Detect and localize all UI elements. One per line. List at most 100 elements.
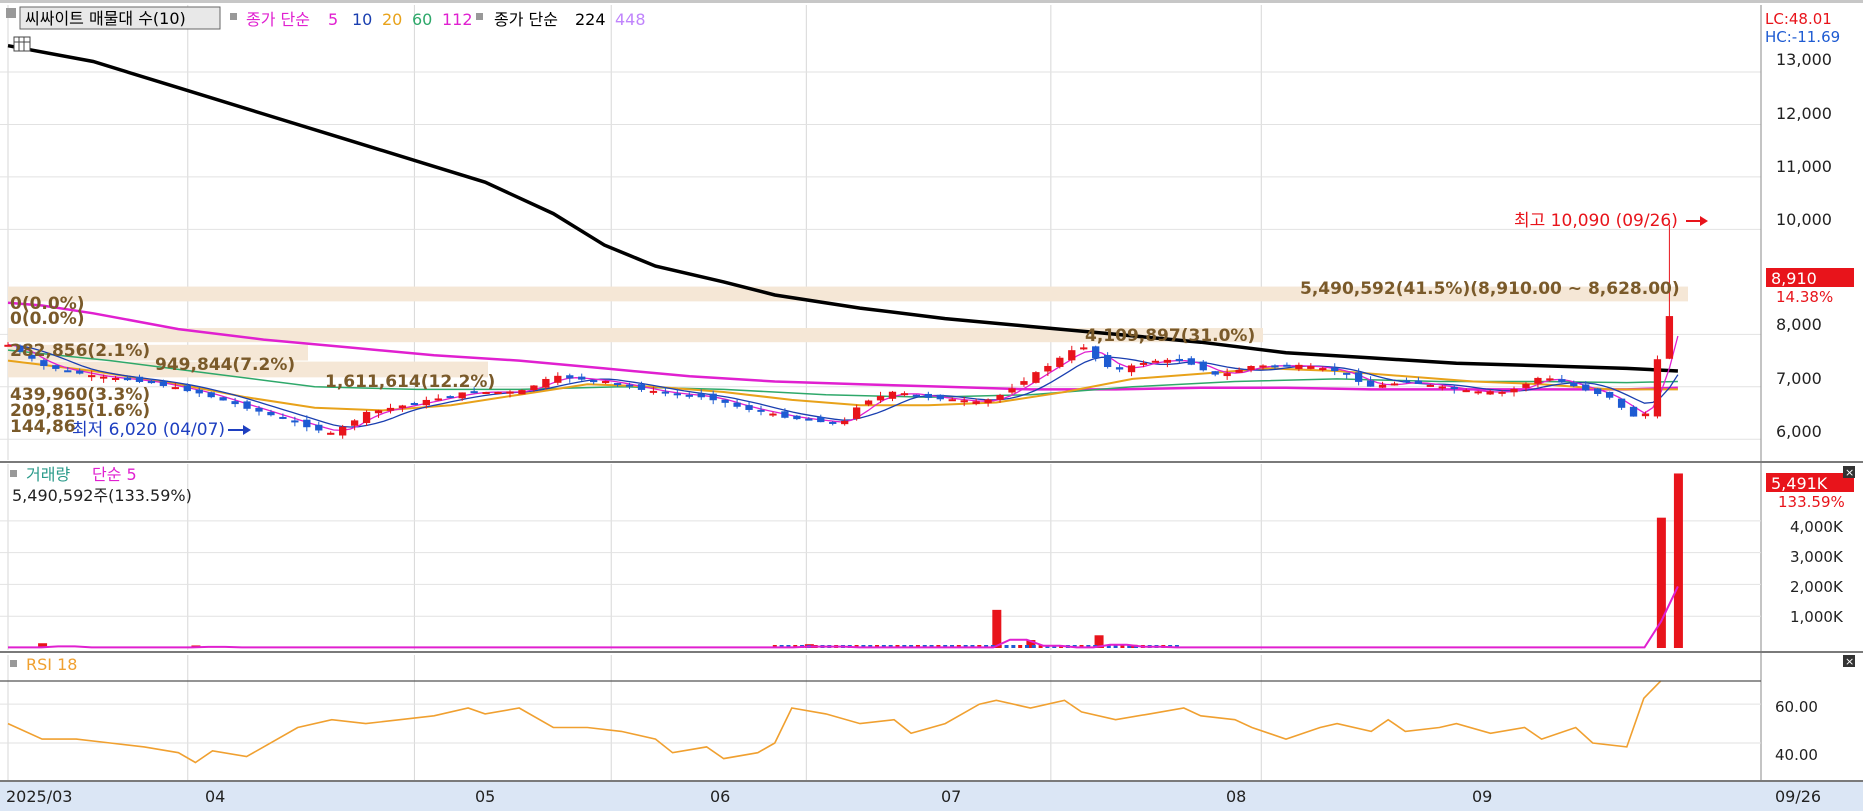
candle-body [721, 399, 729, 403]
candle-body [1032, 372, 1040, 383]
candle-body [303, 419, 311, 428]
rsi-title: RSI 18 [26, 655, 77, 674]
candle-body [566, 375, 574, 379]
low-annotation: 최저 6,020 (04/07) [72, 420, 225, 440]
candle-body [1570, 382, 1578, 387]
candle-body [267, 411, 275, 416]
candle-body [1211, 371, 1219, 375]
candle-body [518, 390, 526, 395]
candle-body [1044, 365, 1052, 372]
candle-body [1343, 372, 1351, 375]
ma-label: 종가 단순 [246, 10, 310, 29]
candle-body [972, 401, 980, 404]
candle-body [613, 383, 622, 386]
candle-body [1199, 361, 1207, 371]
candle-body [1534, 377, 1542, 384]
x-tick-04: 04 [205, 787, 225, 806]
candle-body [1462, 390, 1470, 393]
candle-body [1223, 373, 1231, 377]
candle-body [1319, 368, 1327, 371]
profile-label-3: 1,611,614(12.2%) [325, 372, 495, 392]
close-icon: × [1845, 655, 1854, 668]
candle-body [434, 398, 442, 401]
candle-body [1295, 364, 1303, 369]
price-tick-8000: 8,000 [1776, 315, 1822, 334]
candle-body [398, 405, 407, 409]
lc-value: LC:48.01 [1765, 10, 1832, 28]
rsi-tick-40: 40.00 [1775, 746, 1818, 764]
volume-bar [1018, 645, 1023, 648]
candle-body [864, 400, 873, 405]
rsi-tick-60: 60.00 [1775, 698, 1818, 716]
candle-body [1629, 406, 1638, 417]
profile-label-4: 949,844(7.2%) [155, 355, 295, 375]
candle-body [1426, 384, 1435, 387]
candle-body [876, 396, 885, 401]
candle-body [1103, 355, 1112, 368]
candle-body [362, 411, 371, 424]
candle-body [1582, 384, 1590, 391]
candle-body [637, 384, 646, 390]
x-tick-05: 05 [475, 787, 495, 806]
x-tick-09: 09 [1472, 787, 1492, 806]
candle-body [733, 402, 741, 407]
candle-body [1510, 388, 1518, 393]
candle-body [960, 400, 968, 403]
candle-body [195, 389, 203, 394]
candle-body [99, 376, 108, 379]
candle-body [1020, 381, 1028, 385]
candle-body [1653, 359, 1662, 417]
candle-body [1068, 350, 1076, 361]
ma-period-20: 20 [382, 10, 402, 29]
profile-label-1: 5,490,592(41.5%)(8,910.00 ~ 8,628.00) [1300, 279, 1680, 299]
volume-bar [1024, 645, 1029, 648]
candle-body [530, 385, 538, 390]
stock-chart[interactable]: 씨싸이트 매물대 수(10) 종가 단순 5 10 20 60 112 종가 단… [0, 0, 1863, 811]
candle-body [446, 396, 454, 399]
candle-body [279, 416, 287, 419]
legend-square-icon [10, 470, 17, 477]
candle-body [111, 378, 120, 381]
current-volume: 5,491K [1771, 474, 1828, 493]
x-axis: 2025/03 04 05 06 07 08 09 09/26 [0, 782, 1863, 811]
price-tick-6000: 6,000 [1776, 422, 1822, 441]
candle-body [948, 399, 956, 402]
price-tick-12000: 12,000 [1776, 104, 1832, 123]
candle-body [506, 391, 514, 394]
candle-body [88, 375, 96, 378]
volume-bar [1656, 517, 1666, 648]
candle-body [1594, 388, 1602, 394]
current-change: 14.38% [1776, 288, 1833, 306]
candle-body [1115, 367, 1124, 370]
current-volume-pct: 133.59% [1778, 493, 1845, 511]
candle-body [1605, 391, 1614, 398]
candle-body [829, 421, 837, 424]
table-icon[interactable] [13, 36, 31, 52]
candle-body [1414, 380, 1423, 384]
volume-title: 거래량 [26, 465, 70, 484]
candle-body [171, 387, 179, 390]
candle-body [231, 401, 239, 405]
candle-body [1558, 379, 1566, 383]
candle-body [1139, 362, 1148, 365]
candle-body [1127, 365, 1136, 373]
volume-bar [1673, 473, 1683, 648]
candle-body [1151, 360, 1160, 363]
candle-body [327, 432, 335, 435]
candle-body [386, 407, 395, 411]
candle-body [590, 380, 598, 383]
candle-body [554, 375, 562, 383]
candle-body [1259, 365, 1267, 368]
ma-period-448: 448 [615, 10, 646, 29]
vol-tick-1000k: 1,000K [1790, 608, 1844, 626]
candle-body [1486, 391, 1494, 395]
candle-body [1092, 346, 1100, 359]
x-current-date: 09/26 [1775, 787, 1821, 806]
candle-body [135, 376, 144, 382]
candle-body [996, 394, 1004, 400]
candle-body [1056, 357, 1064, 367]
candle-body [1080, 347, 1088, 350]
volume-ma-label: 단순 5 [92, 465, 137, 484]
candle-body [123, 377, 132, 381]
candle-body [291, 420, 299, 423]
